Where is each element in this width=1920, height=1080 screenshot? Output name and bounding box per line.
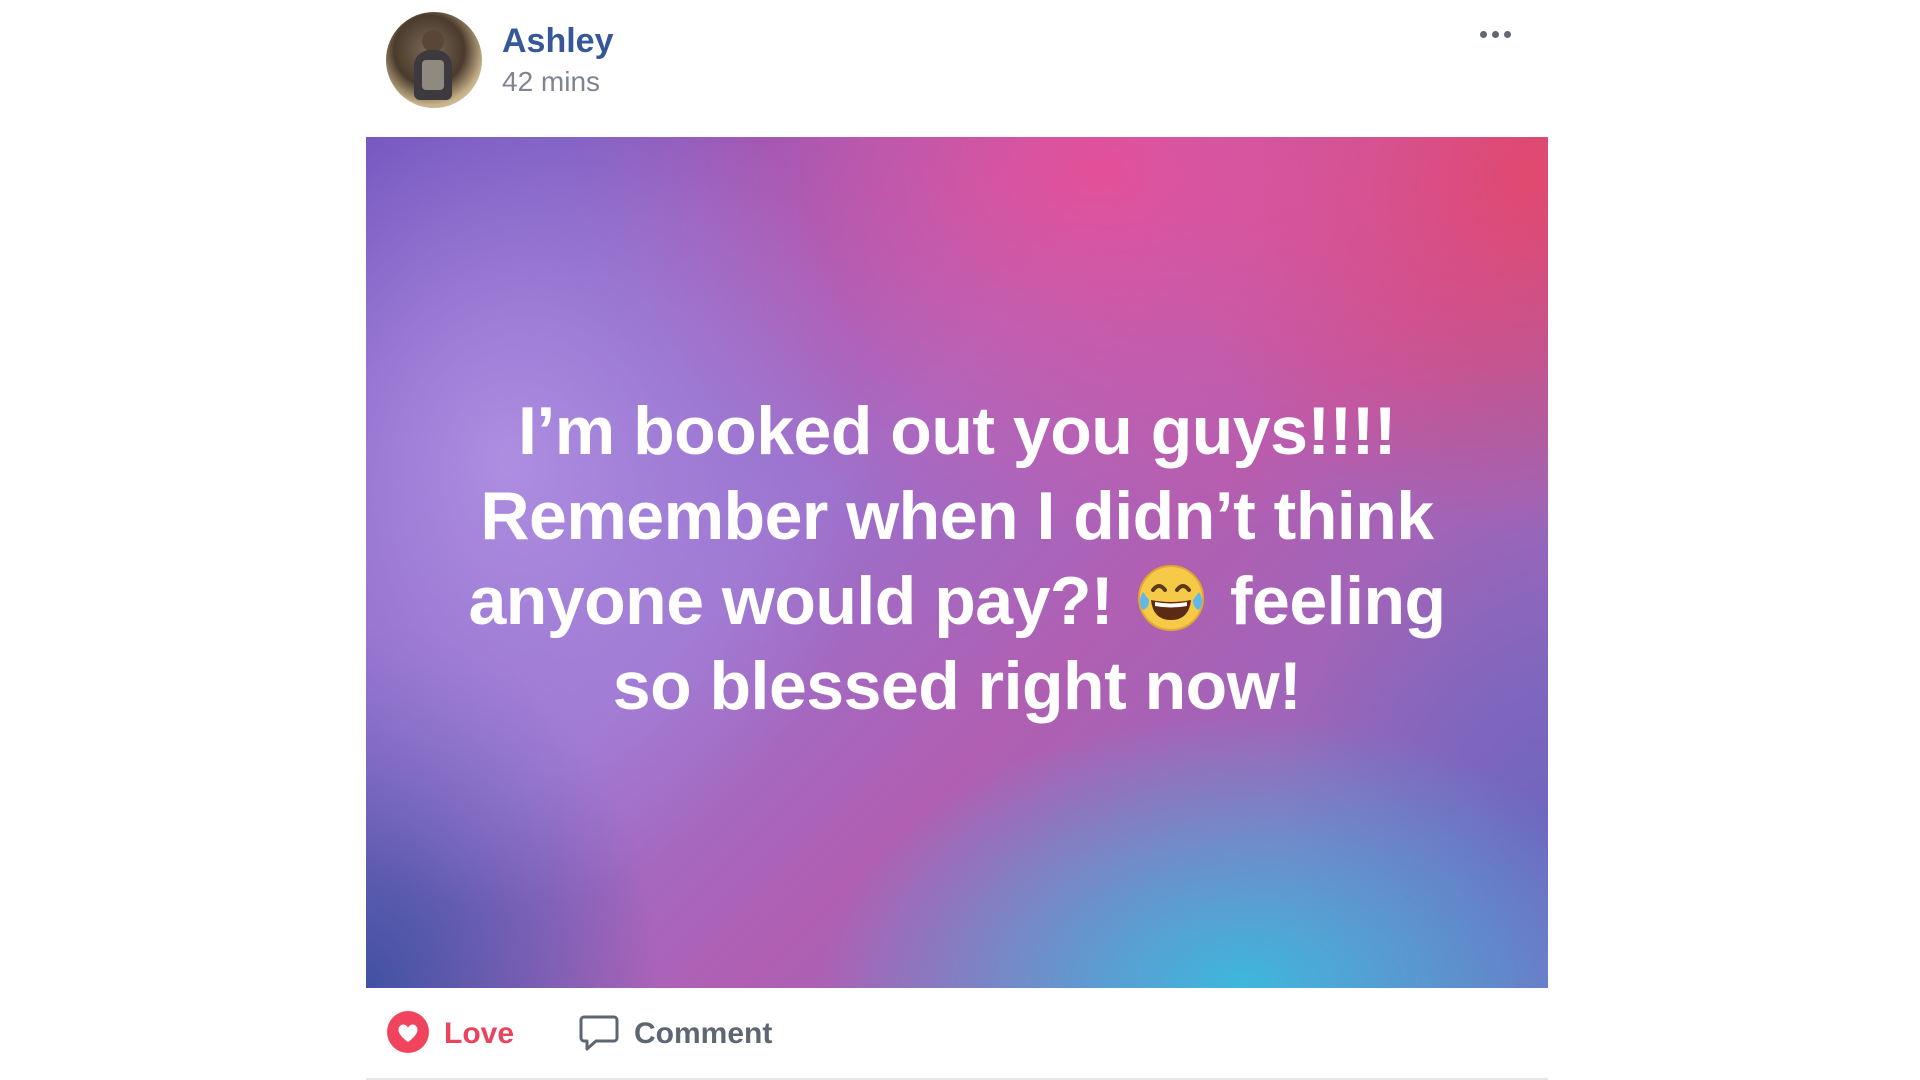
comment-bubble-icon	[578, 1011, 620, 1058]
love-button-label: Love	[444, 1017, 515, 1050]
post-header: Ashley 42 mins	[386, 12, 1546, 112]
post-action-bar: Love Comment	[366, 1000, 1548, 1072]
author-avatar[interactable]	[386, 12, 482, 108]
love-button[interactable]: Love	[386, 1008, 514, 1060]
heart-icon	[386, 1010, 430, 1059]
author-name[interactable]: Ashley	[502, 22, 614, 61]
comment-button-label: Comment	[634, 1017, 773, 1050]
comment-button[interactable]: Comment	[578, 1008, 772, 1060]
post-text-fragment: feeling	[1229, 563, 1446, 639]
facebook-post: Ashley 42 mins I’m booked out you guys!!…	[0, 0, 1920, 1080]
tears-of-joy-emoji-icon	[1135, 562, 1207, 634]
post-text-fragment: anyone would pay?!	[468, 563, 1114, 639]
post-text-line: anyone would pay?! feeling	[426, 559, 1488, 644]
post-text: I’m booked out you guys!!!! Remember whe…	[426, 389, 1488, 729]
avatar-figure-shirt	[422, 60, 444, 90]
ellipsis-dot	[1492, 31, 1499, 38]
avatar-figure-head	[422, 30, 444, 52]
ellipsis-horizontal-icon[interactable]	[1476, 22, 1516, 46]
post-text-line: Remember when I didn’t think	[480, 478, 1434, 554]
post-background-card[interactable]: I’m booked out you guys!!!! Remember whe…	[366, 137, 1548, 988]
ellipsis-dot	[1480, 31, 1487, 38]
post-text-line: I’m booked out you guys!!!!	[517, 393, 1397, 469]
post-timestamp[interactable]: 42 mins	[502, 66, 600, 98]
post-text-line: so blessed right now!	[612, 648, 1302, 724]
ellipsis-dot	[1504, 31, 1511, 38]
